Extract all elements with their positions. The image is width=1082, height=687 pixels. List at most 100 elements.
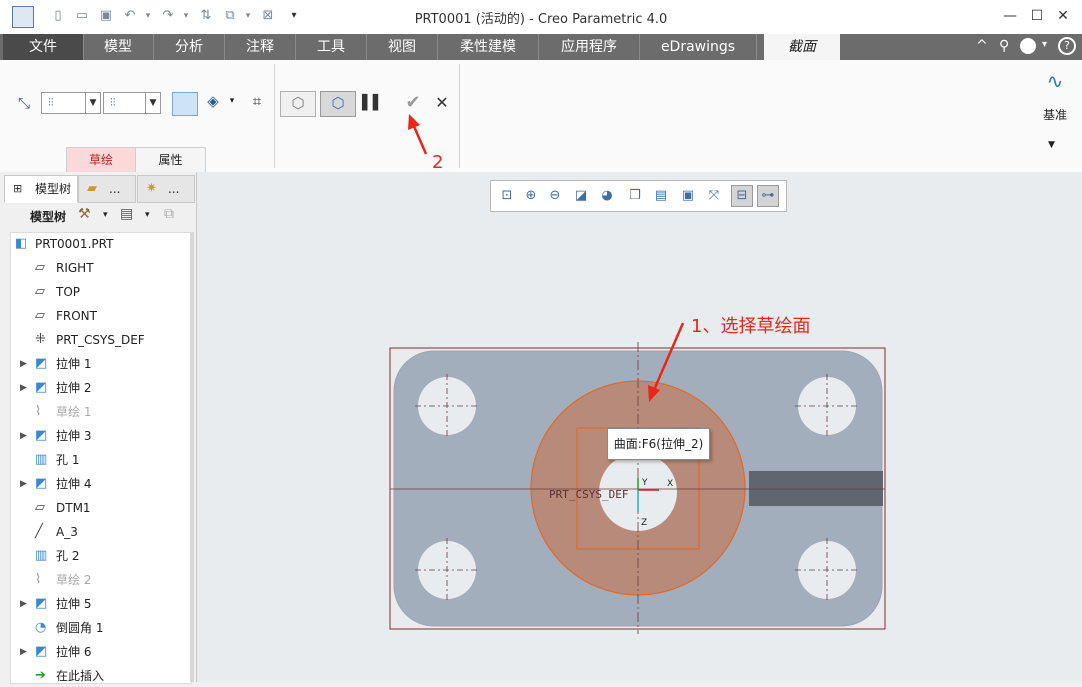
minimize-button[interactable]: —: [1002, 8, 1018, 24]
tree-item-label: RIGHT: [56, 261, 94, 275]
extrude-icon: ◩: [35, 476, 48, 491]
datum-plane-icon: ▱: [35, 500, 45, 515]
tab-model[interactable]: 模型: [83, 34, 154, 60]
tree-item-label: PRT0001.PRT: [35, 237, 114, 251]
expand-icon[interactable]: ▶: [20, 641, 30, 663]
maximize-button[interactable]: ☐: [1029, 8, 1045, 24]
model-tree-panel: ⊞ 模型树 ▰ ... ✷ ... 模型树 ⚒ ▾ ▤ ▾ ⧉ ◧ PRT0001…: [0, 172, 197, 684]
tab-model-tree-label: 模型树: [35, 182, 72, 196]
tab-edrawings[interactable]: eDrawings: [640, 34, 757, 60]
model-tree: ◧ PRT0001.PRT ▱ RIGHT ▱ TOP ▱ FRONT ⁜ PRT_CSYS_DE…: [10, 232, 192, 684]
section-type-dropdown[interactable]: ⫶⫶ ▼: [41, 92, 101, 114]
ribbon-separator: [274, 64, 275, 168]
expand-icon[interactable]: ▶: [20, 353, 30, 375]
tab-properties[interactable]: 属性: [135, 147, 206, 172]
tab-view[interactable]: 视图: [367, 34, 438, 60]
annotation-step-2: 2: [432, 152, 444, 173]
section-option-dropdown[interactable]: ⫶⫶ ▼: [103, 92, 161, 114]
tree-item-label: 孔 1: [56, 453, 80, 467]
close-button[interactable]: ✕: [1055, 8, 1071, 24]
tree-item-label: 拉伸 3: [56, 429, 92, 443]
tab-tools[interactable]: 工具: [296, 34, 367, 60]
surface-tooltip: 曲面:F6(拉伸_2): [607, 428, 710, 460]
preview-geometry-icon[interactable]: ⬡: [280, 91, 316, 117]
scrollbar[interactable]: [190, 232, 194, 682]
expand-icon[interactable]: ▶: [20, 473, 30, 495]
help-dropdown-icon[interactable]: ▾: [1042, 39, 1047, 50]
tab-section[interactable]: 截面: [764, 34, 840, 60]
tab-applications[interactable]: 应用程序: [539, 34, 640, 60]
chevron-down-icon: ▼: [85, 93, 100, 113]
tree-item-label: 拉伸 1: [56, 357, 92, 371]
datum-plane-icon: ▱: [35, 284, 45, 299]
show-columns-icon[interactable]: ▤: [120, 206, 133, 222]
tree-item-label: 拉伸 5: [56, 597, 92, 611]
extrude-icon: ◩: [35, 380, 48, 395]
tree-item-label: PRT_CSYS_DEF: [56, 333, 145, 347]
section-through-icon[interactable]: ⤡: [12, 92, 36, 114]
datum-label[interactable]: 基准: [1036, 106, 1074, 123]
tab-file[interactable]: 文件: [3, 34, 84, 60]
csys-icon: ⁜: [35, 332, 46, 347]
ribbon-tabs: 文件 模型 分析 注释 工具 视图 柔性建模 应用程序 eDrawings 截面…: [0, 34, 1082, 60]
search-icon[interactable]: ⚲: [999, 38, 1009, 54]
tree-item-label: TOP: [56, 285, 81, 299]
pause-icon[interactable]: ▌▌: [362, 92, 384, 114]
tree-item-label: 拉伸 4: [56, 477, 92, 491]
tree-item-label: 在此插入: [56, 669, 105, 683]
tree-item-label: A_3: [56, 525, 78, 539]
tree-item-label: 孔 2: [56, 549, 80, 563]
extrude-icon: ◩: [35, 596, 48, 611]
part-icon: ◧: [15, 236, 28, 251]
extrude-icon: ◩: [35, 428, 48, 443]
verify-preview-icon[interactable]: ⬡: [320, 91, 356, 117]
tree-filter-icon[interactable]: ⧉: [164, 206, 174, 222]
annotation-arrow-2: [411, 123, 428, 155]
datum-dropdown-icon[interactable]: ▼: [1048, 140, 1060, 150]
clipping-icon[interactable]: ⌗: [246, 90, 268, 112]
round-icon: ◔: [35, 620, 47, 635]
datum-curve-icon[interactable]: ∿: [1041, 70, 1069, 92]
csys-y-label: Y: [641, 478, 648, 488]
graphics-window[interactable]: ⊡ ⊕ ⊖ ◪ ◕ ❒ ▤ ▣ ⤧ ⊟ ⊶ PRT_CSYS_DEF Y X Z…: [197, 172, 1082, 682]
tab-folder-browser[interactable]: ▰ ...: [78, 175, 136, 203]
expand-icon[interactable]: ▶: [20, 377, 30, 399]
help-center-icon[interactable]: [1020, 38, 1036, 54]
csys-label: PRT_CSYS_DEF: [549, 488, 628, 501]
tab-flexible-modeling[interactable]: 柔性建模: [438, 34, 539, 60]
tab-model-tree[interactable]: ⊞ 模型树: [4, 175, 78, 203]
planar-section-icon: ⫶⫶: [48, 96, 54, 109]
tab-favorites[interactable]: ✷ ...: [137, 175, 195, 203]
capping-surface-icon[interactable]: [172, 92, 198, 116]
csys-z-label: Z: [641, 518, 647, 528]
model-viewport[interactable]: PRT_CSYS_DEF Y X Z: [197, 172, 1082, 682]
tab-sketch[interactable]: 草绘: [66, 147, 136, 172]
tree-item-label: 拉伸 2: [56, 381, 92, 395]
settings-tools-icon[interactable]: ⚒: [78, 206, 91, 222]
help-icon[interactable]: ?: [1058, 37, 1076, 55]
expand-icon[interactable]: ▶: [20, 593, 30, 615]
annotation-step-1: 1、选择草绘面: [691, 316, 811, 337]
slot-feature[interactable]: [749, 471, 883, 506]
show-dropdown-icon[interactable]: ▾: [145, 210, 150, 220]
tab-favorites-label: ...: [168, 182, 180, 196]
tab-analysis[interactable]: 分析: [154, 34, 225, 60]
ribbon-separator: [459, 64, 460, 168]
expand-icon[interactable]: ▶: [20, 425, 30, 447]
fill-color-dropdown-icon[interactable]: ▾: [226, 90, 238, 112]
hole-icon: ▥: [35, 548, 48, 563]
tab-folder-label: ...: [109, 182, 121, 196]
sketch-icon: ⌇: [35, 404, 42, 419]
tree-item-label: FRONT: [56, 309, 97, 323]
tab-annotate[interactable]: 注释: [225, 34, 296, 60]
settings-dropdown-icon[interactable]: ▾: [103, 210, 108, 220]
fill-color-icon[interactable]: ◈: [202, 90, 224, 112]
csys-x-label: X: [667, 479, 673, 489]
hole-icon: ▥: [35, 452, 48, 467]
tree-item-label: 倒圆角 1: [56, 621, 104, 635]
tree-item-label: 拉伸 6: [56, 645, 92, 659]
tree-item-label: 草绘 2: [56, 573, 92, 587]
ribbon-panel: ⤡ ⫶⫶ ▼ ⫶⫶ ▼ ◈ ▾ ⌗ 草绘 属性 ⬡ ⬡ ▌▌ ✔ ✕ ∿ 基准 …: [0, 60, 1082, 173]
extrude-icon: ◩: [35, 356, 48, 371]
collapse-ribbon-icon[interactable]: ^: [976, 38, 988, 54]
